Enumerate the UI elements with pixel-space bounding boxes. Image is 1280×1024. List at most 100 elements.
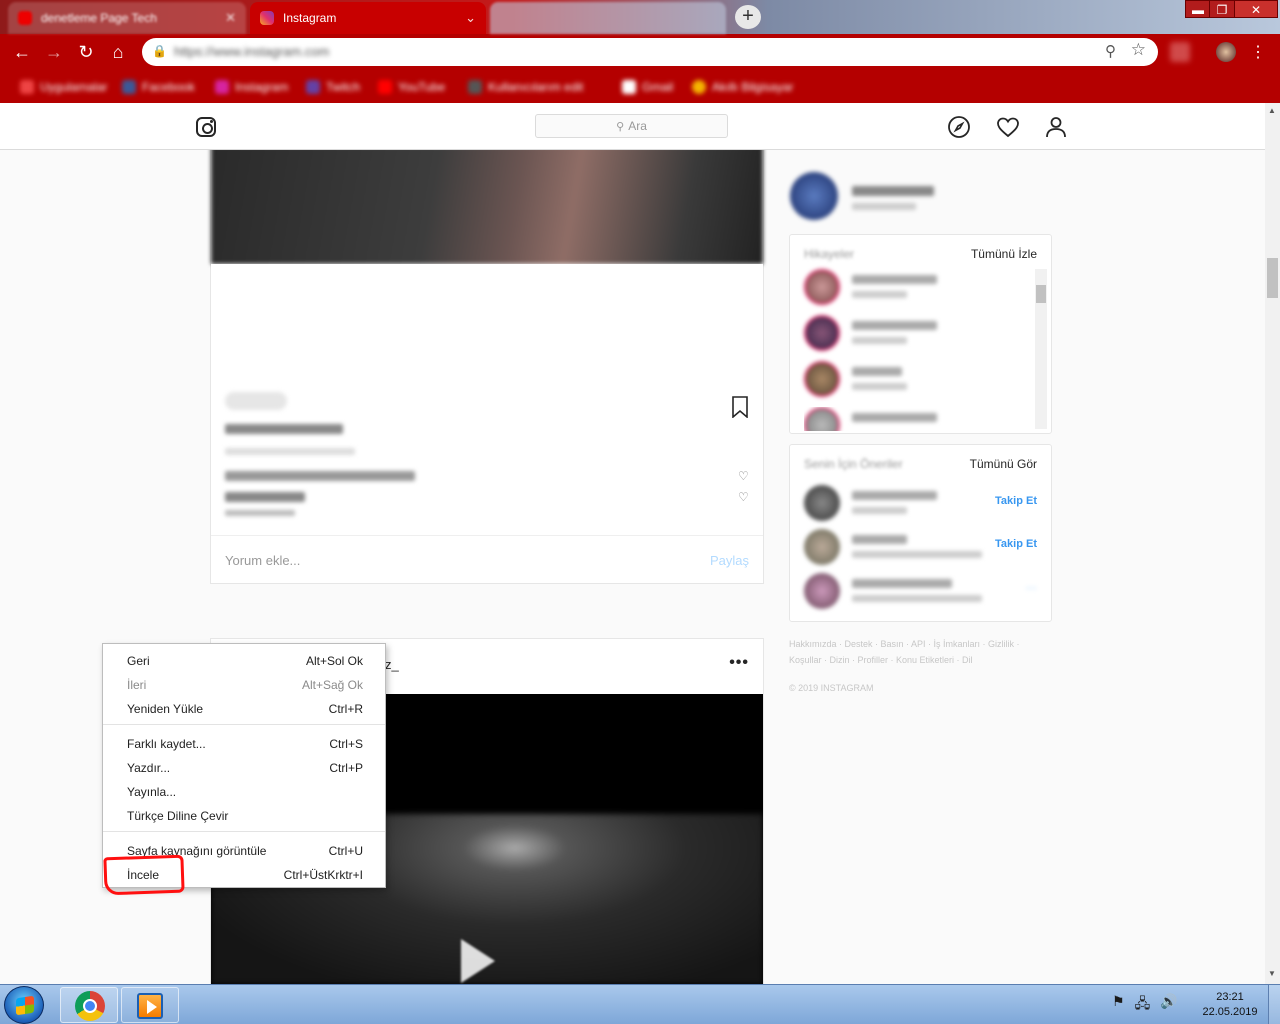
comment-input[interactable]: Yorum ekle... xyxy=(225,553,300,568)
scroll-down-icon[interactable]: ▼ xyxy=(1268,969,1276,978)
story-item[interactable] xyxy=(804,315,1024,355)
extension-icon[interactable] xyxy=(1170,42,1190,62)
tab-instagram-title: Instagram xyxy=(283,11,337,25)
stories-scrollbar[interactable] xyxy=(1035,269,1047,429)
bookmark-star-icon[interactable]: ☆ xyxy=(1131,40,1146,60)
tab-1-title: denetleme Page Tech xyxy=(41,11,157,25)
system-tray: ⚑ 🖧 🔊 xyxy=(1112,993,1178,1017)
youtube-favicon-icon xyxy=(18,11,32,25)
new-tab-button[interactable]: + xyxy=(735,5,761,29)
avatar[interactable] xyxy=(804,573,840,609)
menu-item-save-as[interactable]: Farklı kaydet... Ctrl+S xyxy=(103,732,385,754)
watch-all-link[interactable]: Tümünü İzle xyxy=(971,247,1037,261)
page-scrollbar[interactable]: ▲ ▼ xyxy=(1265,103,1280,984)
action-center-flag-icon[interactable]: ⚑ xyxy=(1112,993,1125,1017)
scrollbar-thumb[interactable] xyxy=(1036,285,1046,303)
bookmark-label: Facebook xyxy=(142,80,195,94)
show-desktop-button[interactable] xyxy=(1268,985,1280,1024)
windows-logo-icon xyxy=(16,995,34,1016)
menu-item-forward[interactable]: İleri Alt+Sağ Ok xyxy=(103,673,385,695)
home-icon[interactable]: ⌂ xyxy=(106,40,130,64)
menu-item-cast[interactable]: Yayınla... xyxy=(103,780,385,802)
post-username[interactable]: z_ xyxy=(385,657,399,672)
taskbar-media-player[interactable] xyxy=(121,987,179,1023)
menu-item-print[interactable]: Yazdır... Ctrl+P xyxy=(103,756,385,778)
story-time xyxy=(852,291,907,298)
comment-like-heart-icon[interactable]: ♡ xyxy=(738,490,749,504)
bookmark-item[interactable]: Akıllı Bilgisayar xyxy=(692,78,793,96)
tab-3[interactable] xyxy=(490,2,726,34)
bookmark-item[interactable]: Uygulamalar xyxy=(20,78,107,96)
bookmark-item[interactable]: Gmail xyxy=(622,78,673,96)
play-icon[interactable] xyxy=(461,939,495,983)
avatar xyxy=(804,315,840,351)
scrollbar-thumb[interactable] xyxy=(1267,258,1278,298)
share-button[interactable]: Paylaş xyxy=(710,553,749,568)
reload-icon[interactable]: ↻ xyxy=(74,40,98,64)
comment-like-heart-icon[interactable]: ♡ xyxy=(738,469,749,483)
volume-icon[interactable]: 🔊 xyxy=(1160,993,1177,1017)
scroll-up-icon[interactable]: ▲ xyxy=(1268,106,1276,115)
gmail-icon xyxy=(622,80,636,94)
avatar[interactable] xyxy=(790,172,838,220)
chrome-profile-avatar[interactable] xyxy=(1216,42,1236,62)
taskbar-chrome[interactable] xyxy=(60,987,118,1023)
avatar[interactable] xyxy=(804,485,840,521)
heart-icon[interactable] xyxy=(996,115,1020,139)
comment-box: Yorum ekle... Paylaş xyxy=(211,535,763,583)
tab-1[interactable]: denetleme Page Tech ✕ xyxy=(8,2,246,34)
post-image[interactable] xyxy=(211,150,763,264)
instagram-header: ⚲ Ara xyxy=(0,103,1265,150)
bookmark-item[interactable]: Facebook xyxy=(122,78,195,96)
chrome-icon xyxy=(75,991,105,1021)
address-bar[interactable]: 🔒 https://www.instagram.com ⚲ ☆ xyxy=(142,38,1158,66)
red-highlight-annotation xyxy=(103,854,185,896)
menu-item-label: Farklı kaydet... xyxy=(127,737,206,751)
bookmark-item[interactable]: Instagram xyxy=(215,78,288,96)
suggestions-title: Senin İçin Öneriler xyxy=(804,457,903,471)
forward-icon[interactable]: → xyxy=(42,40,66,64)
tab-1-close-icon[interactable]: ✕ xyxy=(225,10,236,26)
clock[interactable]: 23:21 22.05.2019 xyxy=(1195,990,1265,1020)
menu-item-back[interactable]: Geri Alt+Sol Ok xyxy=(103,649,385,671)
menu-item-reload[interactable]: Yeniden Yükle Ctrl+R xyxy=(103,697,385,719)
zoom-icon[interactable]: ⚲ xyxy=(1105,42,1116,60)
star-badge-icon xyxy=(692,80,706,94)
bookmark-item[interactable]: Kullanıcılarım edit xyxy=(468,78,583,96)
see-all-link[interactable]: Tümünü Gör xyxy=(970,457,1037,471)
bookmark-item[interactable]: YouTube xyxy=(378,78,445,96)
back-icon[interactable]: ← xyxy=(10,40,34,64)
menu-item-translate[interactable]: Türkçe Diline Çevir xyxy=(103,804,385,826)
bookmark-icon[interactable] xyxy=(731,396,749,418)
menu-separator xyxy=(103,724,385,725)
story-item[interactable] xyxy=(804,269,1024,309)
profile-icon[interactable] xyxy=(1044,115,1068,139)
close-window-button[interactable]: ✕ xyxy=(1234,0,1278,18)
follow-button[interactable]: Takip Et xyxy=(995,495,1037,507)
follow-button[interactable]: Takip Et xyxy=(995,538,1037,550)
post-actions-blurred xyxy=(225,392,287,410)
footer-links[interactable]: Hakkımızda · Destek · Basın · API · İş İ… xyxy=(789,636,1049,668)
tab-instagram-chevron-icon[interactable]: ⌄ xyxy=(465,10,476,26)
search-icon: ⚲ xyxy=(616,120,625,133)
more-options-icon[interactable]: ••• xyxy=(729,654,749,672)
tab-strip: denetleme Page Tech ✕ Instagram ⌄ + ▬ ❐ … xyxy=(0,0,1280,34)
network-icon[interactable]: 🖧 xyxy=(1135,993,1151,1017)
compass-icon[interactable] xyxy=(947,115,971,139)
chrome-menu-icon[interactable]: ⋮ xyxy=(1250,42,1266,62)
menu-separator xyxy=(103,831,385,832)
story-item[interactable] xyxy=(804,361,1024,401)
suggestion-item xyxy=(804,573,1024,613)
avatar[interactable] xyxy=(804,529,840,565)
tab-instagram[interactable]: Instagram ⌄ xyxy=(250,2,486,34)
follow-button[interactable]: ··· xyxy=(1026,583,1037,595)
search-input[interactable]: ⚲ Ara xyxy=(535,114,728,138)
stories-card: Hikayeler Tümünü İzle xyxy=(789,234,1052,434)
minimize-button[interactable]: ▬ xyxy=(1185,0,1211,18)
start-button[interactable] xyxy=(4,986,44,1024)
bookmark-label: Kullanıcılarım edit xyxy=(488,80,584,94)
maximize-button[interactable]: ❐ xyxy=(1209,0,1235,18)
instagram-logo-icon[interactable] xyxy=(196,117,216,137)
story-item[interactable] xyxy=(804,407,1024,431)
bookmark-item[interactable]: Twitch xyxy=(306,78,360,96)
